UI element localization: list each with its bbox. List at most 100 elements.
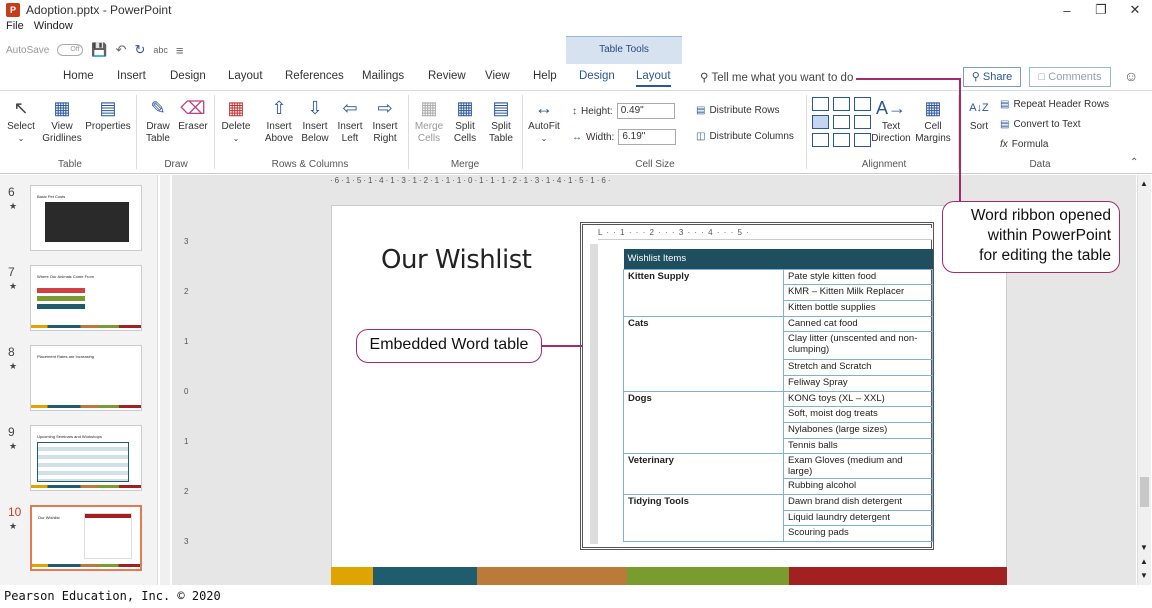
repeat-header-rows-button[interactable]: ▤ Repeat Header Rows — [1000, 99, 1109, 110]
select-button[interactable]: ↖ Select ⌄ — [6, 95, 36, 145]
merge-cells-button[interactable]: ▦ Merge Cells — [412, 95, 446, 145]
next-slide-icon[interactable]: ▼ — [1140, 571, 1148, 580]
convert-to-text-button[interactable]: ▤ Convert to Text — [1000, 119, 1081, 130]
insert-below-button[interactable]: ⇩ Insert Below — [298, 95, 332, 145]
collapse-ribbon-icon[interactable]: ⌃ — [1130, 157, 1138, 168]
item-cell[interactable]: Dawn brand dish detergent — [783, 494, 933, 511]
scroll-down-icon[interactable]: ▼ — [1140, 543, 1148, 552]
undo-icon[interactable]: ↶ — [116, 42, 127, 58]
cell-margins-button[interactable]: ▦ Cell Margins — [912, 95, 954, 145]
close-icon[interactable]: ✕ — [1118, 0, 1152, 20]
slide-thumbnail[interactable]: Where Our Animals Come From — [30, 265, 142, 331]
item-cell[interactable]: Canned cat food — [783, 315, 933, 333]
split-cells-button[interactable]: ▦ Split Cells — [448, 95, 482, 145]
ruler-tick-label: 1 — [184, 437, 189, 446]
autofit-button[interactable]: ↔ AutoFit ⌄ — [524, 95, 564, 145]
distribute-rows-button[interactable]: ▤ Distribute Rows — [696, 105, 779, 116]
tab-help[interactable]: Help — [533, 70, 557, 82]
gridlines-icon: ▦ — [53, 98, 71, 118]
category-cell[interactable]: Tidying Tools — [623, 494, 784, 543]
tab-home[interactable]: Home — [63, 70, 94, 82]
align-top-left-icon[interactable] — [812, 97, 829, 111]
menu-window[interactable]: Window — [34, 20, 73, 36]
tab-references[interactable]: References — [285, 70, 344, 82]
share-button[interactable]: ⚲ Share — [963, 67, 1021, 87]
slide-thumbnail[interactable]: Basic Pet Costs — [30, 185, 142, 251]
slide-thumbnail[interactable]: Upcoming Seminars and Workshops — [30, 425, 142, 491]
tab-review[interactable]: Review — [428, 70, 466, 82]
minimize-icon[interactable]: – — [1050, 0, 1084, 20]
draw-table-button[interactable]: ✎ Draw Table — [142, 95, 174, 145]
item-cell[interactable]: KMR – Kitten Milk Replacer — [783, 284, 933, 301]
scroll-thumb[interactable] — [1140, 477, 1149, 507]
redo-icon[interactable]: ↻ — [134, 42, 145, 58]
align-center-icon[interactable] — [833, 115, 850, 129]
item-cell[interactable]: KONG toys (XL – XXL) — [783, 390, 933, 408]
item-cell[interactable]: Scouring pads — [783, 525, 933, 543]
category-cell[interactable]: Dogs — [623, 390, 784, 454]
previous-slide-icon[interactable]: ▲ — [1140, 557, 1148, 566]
tab-insert[interactable]: Insert — [117, 70, 146, 82]
distribute-columns-button[interactable]: ◫ Distribute Columns — [696, 131, 794, 142]
item-cell[interactable]: Stretch and Scratch — [783, 359, 933, 376]
align-bottom-center-icon[interactable] — [833, 133, 850, 147]
item-cell[interactable]: Clay litter (unscented and non-clumping) — [783, 331, 933, 361]
scroll-up-icon[interactable]: ▲ — [1140, 179, 1148, 188]
item-cell[interactable]: Kitten bottle supplies — [783, 299, 933, 317]
menu-file[interactable]: File — [6, 20, 24, 36]
align-center-left-icon[interactable] — [812, 115, 829, 129]
align-center-right-icon[interactable] — [854, 115, 871, 129]
item-cell[interactable]: Tennis balls — [783, 437, 933, 455]
tab-view[interactable]: View — [485, 70, 510, 82]
align-top-right-icon[interactable] — [854, 97, 871, 111]
width-input[interactable]: 6.19" — [618, 129, 677, 145]
restore-icon[interactable]: ❐ — [1084, 0, 1118, 20]
align-bottom-right-icon[interactable] — [854, 133, 871, 147]
customize-qat-icon[interactable]: ≡ — [176, 43, 184, 58]
wishlist-table[interactable]: Wishlist Items Kitten Supply Pate style k… — [623, 249, 933, 543]
align-top-center-icon[interactable] — [833, 97, 850, 111]
properties-button[interactable]: ▤ Properties — [84, 95, 132, 133]
item-cell[interactable]: Feliway Spray — [783, 374, 933, 392]
category-cell[interactable]: Cats — [623, 315, 784, 392]
autosave-toggle[interactable]: Off — [57, 44, 84, 56]
item-cell[interactable]: Pate style kitten food — [783, 268, 933, 286]
spelling-icon[interactable]: abc — [153, 45, 168, 55]
insert-left-button[interactable]: ⇦ Insert Left — [334, 95, 366, 145]
slide-title[interactable]: Our Wishlist — [381, 245, 532, 275]
item-cell[interactable]: Nylabones (large sizes) — [783, 422, 933, 439]
formula-button[interactable]: fx Formula — [1000, 139, 1048, 150]
align-bottom-left-icon[interactable] — [812, 133, 829, 147]
slide-pane-scrollbar[interactable] — [160, 175, 170, 585]
feedback-smiley-icon[interactable]: ☺ — [1124, 68, 1138, 84]
delete-button[interactable]: ▦ Delete ⌄ — [218, 95, 254, 145]
tell-me-search[interactable]: ⚲ Tell me what you want to do — [700, 70, 853, 84]
item-cell[interactable]: Exam Gloves (medium and large) — [783, 453, 933, 480]
category-cell[interactable]: Veterinary — [623, 453, 784, 495]
tab-layout[interactable]: Layout — [228, 70, 263, 82]
height-input[interactable]: 0.49" — [616, 103, 675, 119]
item-cell[interactable]: Liquid laundry detergent — [783, 509, 933, 527]
split-table-button[interactable]: ▤ Split Table — [484, 95, 518, 145]
eraser-button[interactable]: ⌫ Eraser — [176, 95, 210, 133]
view-gridlines-button[interactable]: ▦ View Gridlines — [40, 95, 84, 145]
category-cell[interactable]: Kitten Supply — [623, 268, 784, 317]
save-icon[interactable]: 💾 — [91, 42, 107, 58]
vertical-scrollbar[interactable]: ▲ ▼ ▲ ▼ — [1137, 175, 1151, 585]
split-cells-icon: ▦ — [456, 98, 474, 118]
slide-thumbnail-selected[interactable]: Our Wishlist — [30, 505, 142, 571]
item-cell[interactable]: Soft, moist dog treats — [783, 406, 933, 423]
comments-button[interactable]: □ Comments — [1029, 67, 1111, 87]
insert-above-button[interactable]: ⇧ Insert Above — [262, 95, 296, 145]
slide-number: 6 — [8, 185, 15, 199]
merge-cells-label-2: Cells — [417, 133, 441, 144]
insert-right-button[interactable]: ⇨ Insert Right — [368, 95, 402, 145]
tab-mailings[interactable]: Mailings — [362, 70, 404, 82]
tab-table-design[interactable]: Design — [579, 70, 615, 82]
item-cell[interactable]: Rubbing alcohol — [783, 478, 933, 496]
tab-design[interactable]: Design — [170, 70, 206, 82]
slide-thumbnail[interactable]: Placement Rates are Increasing — [30, 345, 142, 411]
sort-button[interactable]: A↓Z Sort — [964, 95, 994, 133]
tab-table-layout[interactable]: Layout — [636, 70, 671, 87]
text-direction-button[interactable]: A→ Text Direction — [870, 95, 912, 145]
